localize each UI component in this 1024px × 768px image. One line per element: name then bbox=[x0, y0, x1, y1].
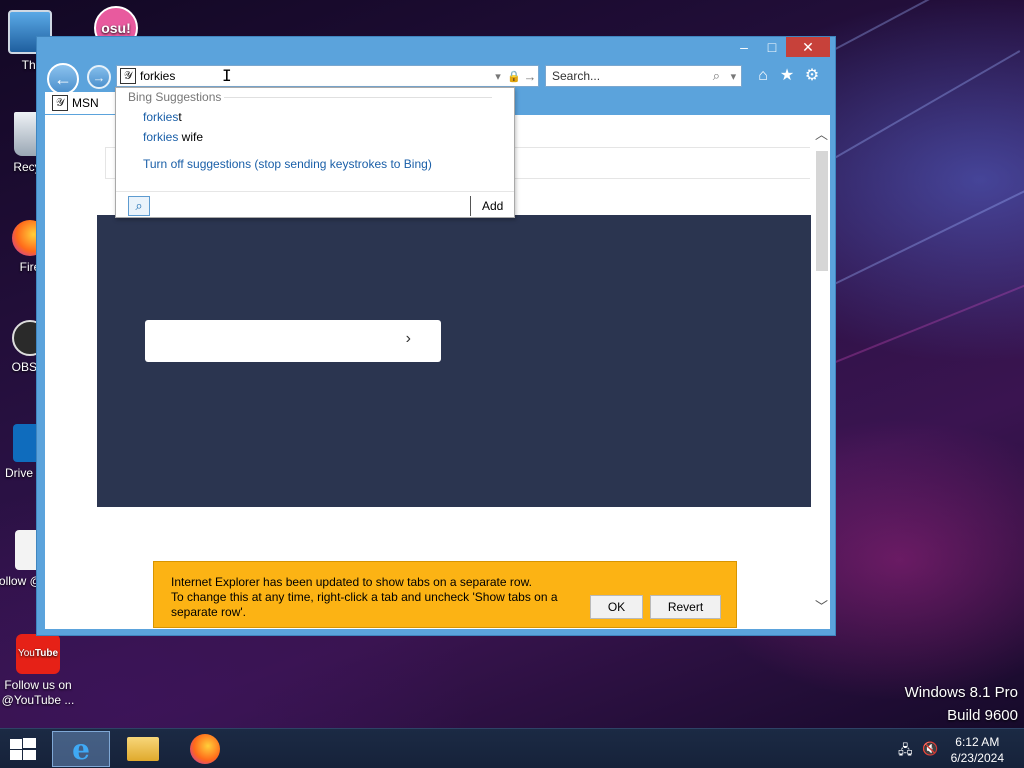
add-provider-button[interactable]: Add bbox=[482, 199, 503, 213]
scroll-up-icon[interactable]: ︿ bbox=[813, 127, 830, 143]
search-icon[interactable]: ⌕ bbox=[707, 68, 726, 84]
notification-bar: Internet Explorer has been updated to sh… bbox=[153, 561, 737, 628]
network-icon[interactable]: 🖧 bbox=[898, 741, 913, 763]
internet-explorer-icon: e bbox=[72, 732, 90, 766]
os-watermark: Windows 8.1 Pro Build 9600 bbox=[904, 684, 1018, 724]
revert-button[interactable]: Revert bbox=[650, 595, 721, 619]
back-button[interactable]: ← bbox=[47, 63, 79, 95]
msn-site-icon: 𝒴 bbox=[120, 68, 136, 84]
home-icon[interactable]: ⌂ bbox=[753, 67, 773, 85]
suggestions-header: Bing Suggestions bbox=[128, 90, 222, 104]
taskbar-firefox[interactable] bbox=[176, 731, 234, 767]
forward-button[interactable]: → bbox=[87, 65, 111, 89]
close-button[interactable]: ✕ bbox=[786, 37, 830, 57]
ok-button[interactable]: OK bbox=[590, 595, 643, 619]
search-box[interactable]: ⌕ ▾ bbox=[545, 65, 742, 87]
suggestions-footer: ⌕ Add bbox=[116, 191, 514, 218]
taskbar-file-explorer[interactable] bbox=[114, 731, 172, 767]
msn-tab-icon: 𝒴 bbox=[52, 95, 68, 111]
lock-icon[interactable]: 🔒 bbox=[506, 70, 522, 83]
taskbar: e 🖧 🔇 6:12 AM 6/23/2024 bbox=[0, 728, 1024, 768]
suggestion-item[interactable]: forkiest bbox=[143, 110, 182, 124]
chevron-right-icon: › bbox=[405, 330, 411, 347]
folder-icon bbox=[127, 737, 159, 761]
minimize-button[interactable]: – bbox=[729, 37, 759, 57]
firefox-icon bbox=[190, 734, 220, 764]
vertical-scrollbar[interactable]: ︿ ﹀ bbox=[813, 115, 830, 629]
go-arrow-icon[interactable]: → bbox=[522, 69, 538, 84]
hero-banner: › bbox=[97, 215, 811, 507]
address-bar[interactable]: 𝒴 forkies ▾ 🔒 → bbox=[116, 65, 539, 87]
favorites-star-icon[interactable]: ★ bbox=[777, 67, 797, 85]
volume-muted-icon[interactable]: 🔇 bbox=[922, 741, 938, 757]
taskbar-internet-explorer[interactable]: e bbox=[52, 731, 110, 767]
youtube-icon: YouTube bbox=[16, 634, 60, 674]
clock[interactable]: 6:12 AM 6/23/2024 bbox=[951, 734, 1004, 766]
search-provider-icon[interactable]: ⌕ bbox=[128, 196, 150, 216]
turn-off-suggestions-link[interactable]: Turn off suggestions (stop sending keyst… bbox=[143, 157, 432, 171]
divider bbox=[224, 97, 492, 98]
notification-text: Internet Explorer has been updated to sh… bbox=[171, 575, 558, 619]
desktop-icon-youtube[interactable]: YouTube Follow us on @YouTube ... bbox=[0, 634, 78, 708]
address-input[interactable]: forkies bbox=[140, 69, 490, 83]
search-input[interactable] bbox=[552, 69, 707, 83]
maximize-button[interactable]: □ bbox=[759, 37, 785, 57]
search-dropdown-icon[interactable]: ▾ bbox=[726, 70, 741, 83]
start-button[interactable] bbox=[8, 737, 38, 761]
suggestion-item[interactable]: forkies wife bbox=[143, 130, 203, 144]
hero-card[interactable]: › bbox=[145, 320, 441, 362]
dropdown-icon[interactable]: ▾ bbox=[490, 70, 506, 83]
scroll-down-icon[interactable]: ﹀ bbox=[813, 599, 830, 615]
divider bbox=[470, 196, 471, 216]
text-cursor-icon: I bbox=[222, 66, 232, 85]
gear-icon[interactable]: ⚙ bbox=[802, 67, 822, 85]
scroll-thumb[interactable] bbox=[816, 151, 828, 271]
suggestions-dropdown: Bing Suggestions forkiest forkies wife T… bbox=[115, 87, 515, 218]
